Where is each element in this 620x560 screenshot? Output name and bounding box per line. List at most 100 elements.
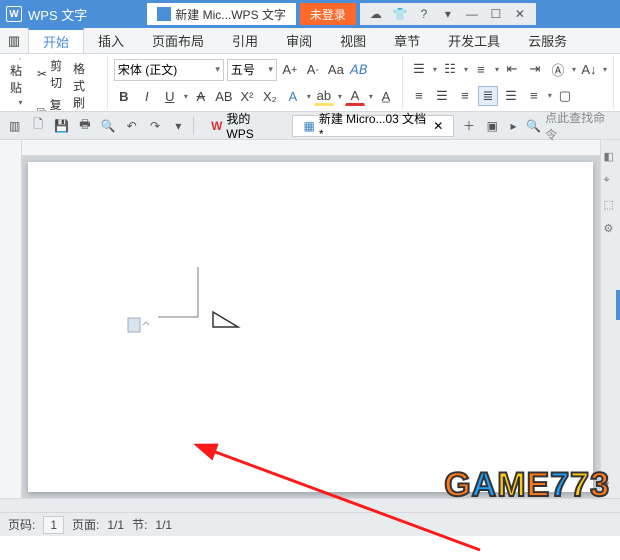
wps-logo-icon: W	[211, 119, 222, 133]
ribbon-tabs: ▥ 开始 插入 页面布局 引用 审阅 视图 章节 开发工具 云服务	[0, 28, 620, 54]
align-distributed-button[interactable]: ☰	[501, 86, 521, 106]
page-canvas[interactable]	[28, 162, 593, 492]
horizontal-ruler[interactable]	[22, 140, 600, 156]
nav-more-icon[interactable]: ▸	[505, 117, 522, 135]
preview-icon[interactable]: 🔍	[100, 117, 117, 135]
font-size-select[interactable]: 五号▾	[227, 59, 277, 81]
numbering-button[interactable]: ☷	[440, 59, 460, 79]
titlebar-document-tab[interactable]: 新建 Mic...WPS 文字	[147, 3, 296, 25]
new-icon[interactable]: ▥	[6, 117, 23, 135]
emphasis-button[interactable]: AB	[214, 86, 234, 106]
print-icon[interactable]: 🖶	[76, 117, 93, 135]
tab-cloud[interactable]: 云服务	[514, 28, 581, 53]
help-icon[interactable]: ?	[412, 7, 436, 21]
align-justify-button[interactable]: ≣	[478, 86, 498, 106]
format-painter-button[interactable]: 格式刷	[69, 56, 101, 109]
subscript-button[interactable]: X₂	[260, 86, 280, 106]
cloud-icon[interactable]: ☁	[364, 7, 388, 21]
sort-button[interactable]: A↓	[579, 59, 599, 79]
close-tab-icon[interactable]: ✕	[433, 119, 443, 133]
tab-chapter[interactable]: 章节	[380, 28, 434, 53]
paste-button[interactable]: 粘贴▾	[6, 56, 34, 109]
char-shading-button[interactable]: A̲	[376, 86, 396, 106]
clear-format-button[interactable]: 𝘈𝘉	[349, 60, 369, 80]
login-button[interactable]: 未登录	[300, 3, 356, 25]
command-search[interactable]: ▣ ▸ 🔍 点此查找命令	[484, 109, 614, 143]
tab-start[interactable]: 开始	[28, 28, 84, 53]
font-color-button[interactable]: A	[345, 86, 365, 106]
change-case-button[interactable]: Aa	[326, 60, 346, 80]
bullets-button[interactable]: ☰	[409, 59, 429, 79]
add-tab-button[interactable]: ＋	[460, 117, 477, 135]
decrease-font-button[interactable]: A-	[303, 60, 323, 80]
superscript-button[interactable]: X²	[237, 86, 257, 106]
tab-insert[interactable]: 插入	[84, 28, 138, 53]
panel-collapse-icon[interactable]: ◧	[604, 150, 618, 164]
panel-nav-icon[interactable]: ⌖	[604, 174, 618, 188]
clipboard-group: 粘贴▾ ✂剪切 ⎘复制 格式刷	[6, 56, 108, 109]
maximize-button[interactable]: ☐	[484, 7, 508, 21]
section-value: 1/1	[155, 518, 172, 532]
panel-select-icon[interactable]: ⬚	[604, 198, 618, 212]
page-number-value[interactable]: 1	[43, 516, 64, 534]
tab-developer[interactable]: 开发工具	[434, 28, 514, 53]
text-direction-button[interactable]: Ⓐ	[548, 59, 568, 79]
redo-icon[interactable]: ↷	[146, 117, 163, 135]
close-button[interactable]: ✕	[508, 7, 532, 21]
minimize-button[interactable]: —	[460, 7, 484, 21]
open-icon[interactable]: 🗋	[29, 117, 46, 135]
watermark: GAME773	[444, 466, 610, 505]
file-menu-icon[interactable]: ▥	[0, 28, 28, 53]
align-right-button[interactable]: ≡	[455, 86, 475, 106]
my-wps-tab[interactable]: W 我的WPS	[200, 115, 286, 137]
qat-dropdown-icon[interactable]: ▾	[170, 117, 187, 135]
line-spacing-button[interactable]: ≡	[524, 86, 544, 106]
shading-button[interactable]: ▢	[555, 86, 575, 106]
paste-icon	[10, 58, 30, 60]
vertical-ruler[interactable]	[0, 140, 22, 498]
document-tab[interactable]: ▦ 新建 Micro...03 文档 * ✕	[292, 115, 454, 137]
tab-view[interactable]: 视图	[326, 28, 380, 53]
titlebar-right: ☁ 👕 ? ▾ — ☐ ✕	[360, 3, 536, 25]
tab-review[interactable]: 审阅	[272, 28, 326, 53]
panel-settings-icon[interactable]: ⚙	[604, 222, 618, 236]
scissors-icon: ✂	[37, 67, 47, 81]
text-effect-button[interactable]: A	[283, 86, 303, 106]
document-icon	[157, 7, 171, 21]
tab-references[interactable]: 引用	[218, 28, 272, 53]
highlight-button[interactable]: ab	[314, 86, 334, 106]
separator	[193, 117, 194, 135]
app-logo-icon: W	[6, 6, 22, 22]
indent-right-button[interactable]: ⇥	[525, 59, 545, 79]
section-label: 节:	[132, 516, 147, 533]
side-panel: ◧ ⌖ ⬚ ⚙ ▾	[600, 140, 620, 498]
multilevel-button[interactable]: ≡	[471, 59, 491, 79]
strike-button[interactable]: A	[191, 86, 211, 106]
overflow-icon[interactable]: ▾	[436, 7, 460, 21]
scrollbar-thumb[interactable]	[616, 290, 620, 320]
workspace: ◧ ⌖ ⬚ ⚙ ▾	[0, 140, 620, 498]
document-area[interactable]	[22, 140, 600, 498]
align-left-button[interactable]: ≡	[409, 86, 429, 106]
indent-left-button[interactable]: ⇤	[502, 59, 522, 79]
paragraph-group: ☰▾ ☷▾ ≡▾ ⇤ ⇥ Ⓐ▾ A↓▾ ≡ ☰ ≡ ≣ ☰ ≡▾ ▢	[409, 56, 614, 109]
italic-button[interactable]: I	[137, 86, 157, 106]
doc-icon: ▦	[303, 119, 314, 133]
font-family-select[interactable]: 宋体 (正文)▾	[114, 59, 224, 81]
nav-back-icon[interactable]: ▣	[484, 117, 501, 135]
underline-button[interactable]: U	[160, 86, 180, 106]
ribbon: 粘贴▾ ✂剪切 ⎘复制 格式刷 宋体 (正文)▾ 五号▾ A+ A- Aa 𝘈𝘉…	[0, 54, 620, 112]
bold-button[interactable]: B	[114, 86, 134, 106]
tab-page-layout[interactable]: 页面布局	[138, 28, 218, 53]
tshirt-icon[interactable]: 👕	[388, 7, 412, 21]
page-content	[28, 162, 593, 492]
copy-button[interactable]: ⎘复制	[34, 95, 69, 112]
title-bar: W WPS 文字 新建 Mic...WPS 文字 未登录 ☁ 👕 ? ▾ — ☐…	[0, 0, 620, 28]
increase-font-button[interactable]: A+	[280, 60, 300, 80]
cut-button[interactable]: ✂剪切	[34, 56, 69, 92]
app-title: WPS 文字	[28, 5, 87, 24]
quick-access-bar: ▥ 🗋 💾 🖶 🔍 ↶ ↷ ▾ W 我的WPS ▦ 新建 Micro...03 …	[0, 112, 620, 140]
align-center-button[interactable]: ☰	[432, 86, 452, 106]
undo-icon[interactable]: ↶	[123, 117, 140, 135]
save-icon[interactable]: 💾	[53, 117, 70, 135]
